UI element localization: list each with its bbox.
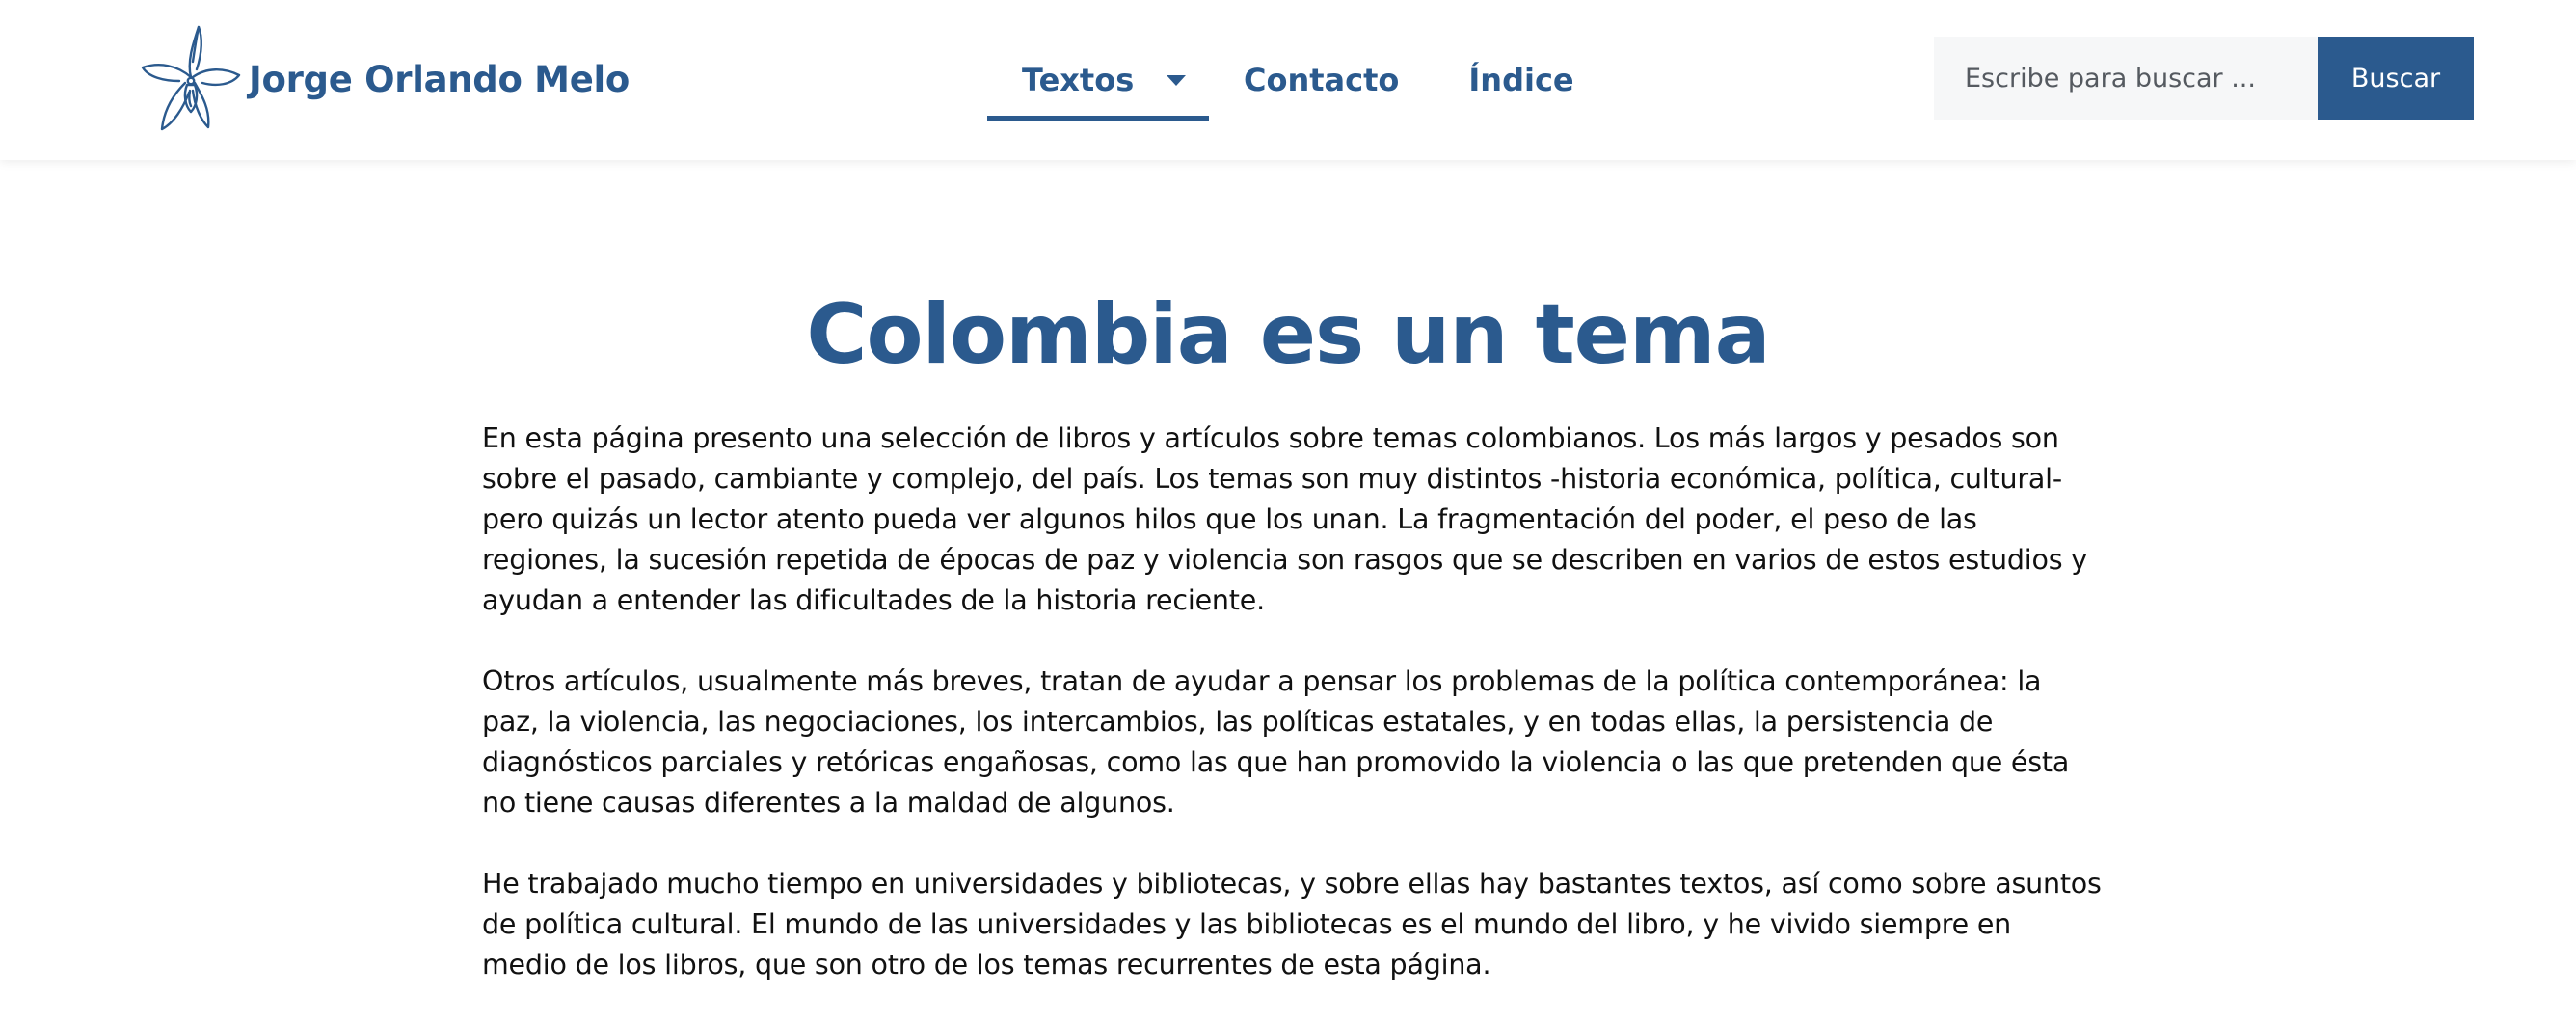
nav-item-textos[interactable]: Textos [987,39,1209,122]
intro-paragraph: He trabajado mucho tiempo en universidad… [482,868,2102,981]
main-nav: Textos Contacto Índice [987,39,1574,122]
page-title: Colombia es un tema [806,286,1770,383]
nav-item-label: Contacto [1244,62,1400,98]
search-input[interactable] [1934,37,2318,120]
intro-paragraph: Otros artículos, usualmente más breves, … [482,665,2070,819]
site-logo-link[interactable]: Jorge Orlando Melo [135,23,630,135]
nav-item-label: Índice [1468,62,1574,98]
main-content: En esta página presento una selección de… [482,418,2102,1026]
caret-down-icon [1167,74,1187,86]
site-name: Jorge Orlando Melo [249,58,630,100]
intro-paragraph: En esta página presento una selección de… [482,422,2087,616]
site-header: Jorge Orlando Melo Textos Contacto Índic… [0,0,2576,160]
nav-item-label: Textos [1022,62,1135,98]
nav-item-contacto[interactable]: Contacto [1244,39,1399,122]
search-button[interactable]: Buscar [2318,37,2474,120]
orchid-flower-icon [141,25,241,131]
nav-item-indice[interactable]: Índice [1468,39,1573,122]
search-form: Buscar [1934,37,2474,120]
